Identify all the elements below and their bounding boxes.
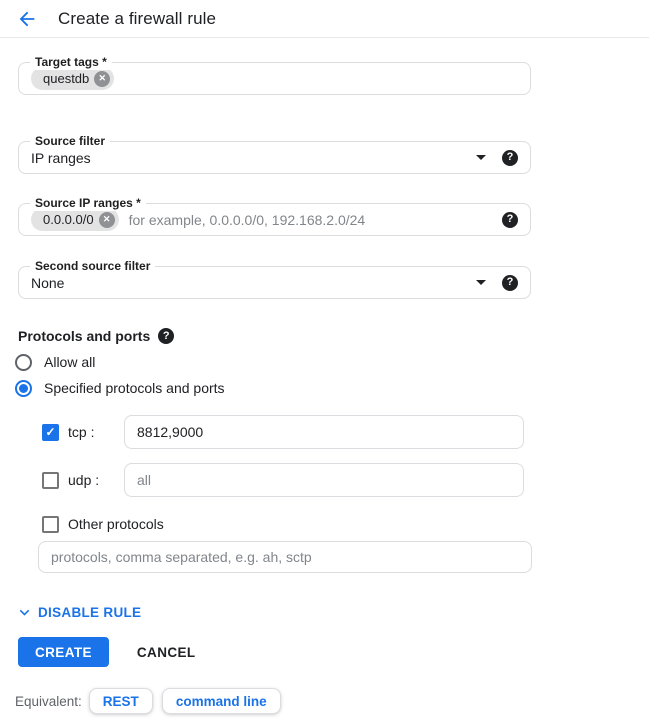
tcp-checkbox[interactable] (42, 424, 59, 441)
other-protocols-input[interactable] (38, 541, 532, 573)
tcp-ports-input[interactable] (124, 415, 524, 449)
create-button[interactable]: CREATE (18, 637, 109, 667)
back-arrow-icon[interactable] (14, 6, 40, 32)
source-filter-value: IP ranges (31, 150, 476, 166)
source-ip-ranges-label: Source IP ranges * (30, 196, 146, 211)
source-ip-chip: 0.0.0.0/0 (31, 208, 119, 231)
source-ip-ranges-field[interactable]: Source IP ranges * 0.0.0.0/0 for example… (18, 203, 531, 236)
protocols-radio-group: Allow all Specified protocols and ports (18, 353, 549, 397)
tcp-label[interactable]: tcp : (68, 424, 124, 440)
second-source-filter-select[interactable]: Second source filter None (18, 266, 531, 299)
target-tag-chip-label: questdb (43, 71, 89, 86)
equivalent-label: Equivalent: (15, 694, 82, 709)
rest-button[interactable]: REST (89, 688, 153, 714)
second-source-filter-value: None (31, 275, 476, 291)
equivalent-row: Equivalent: REST command line (15, 688, 549, 714)
radio-option-specified[interactable]: Specified protocols and ports (15, 379, 549, 397)
target-tag-chip: questdb (31, 67, 114, 90)
firewall-rule-form: Target tags * questdb Source filter IP r… (0, 62, 549, 714)
chip-remove-icon[interactable] (94, 71, 110, 87)
page-title: Create a firewall rule (58, 9, 216, 29)
udp-checkbox[interactable] (42, 472, 59, 489)
disable-rule-toggle[interactable]: DISABLE RULE (15, 603, 549, 621)
chip-remove-icon[interactable] (99, 212, 115, 228)
page-header: Create a firewall rule (0, 0, 649, 38)
source-filter-label: Source filter (30, 134, 110, 149)
other-protocols-label[interactable]: Other protocols (68, 516, 164, 532)
udp-row: udp : (42, 463, 549, 497)
udp-label[interactable]: udp : (68, 472, 124, 488)
form-actions: CREATE CANCEL (18, 637, 549, 667)
udp-ports-input[interactable] (124, 463, 524, 497)
cancel-button[interactable]: CANCEL (137, 645, 196, 660)
source-filter-select[interactable]: Source filter IP ranges (18, 141, 531, 174)
radio-selected-icon[interactable] (15, 380, 32, 397)
dropdown-arrow-icon[interactable] (476, 280, 486, 285)
help-icon[interactable] (502, 212, 518, 228)
help-icon[interactable] (502, 275, 518, 291)
chevron-down-icon (15, 603, 34, 622)
source-ip-placeholder: for example, 0.0.0.0/0, 192.168.2.0/24 (129, 212, 502, 228)
radio-option-allow-all[interactable]: Allow all (15, 353, 549, 371)
tcp-row: tcp : (42, 415, 549, 449)
second-source-filter-label: Second source filter (30, 259, 155, 274)
target-tags-field[interactable]: Target tags * questdb (18, 62, 531, 95)
dropdown-arrow-icon[interactable] (476, 155, 486, 160)
radio-unselected-icon[interactable] (15, 354, 32, 371)
help-icon[interactable] (502, 150, 518, 166)
help-icon[interactable] (158, 328, 174, 344)
disable-rule-label[interactable]: DISABLE RULE (38, 605, 141, 620)
protocols-and-ports-heading: Protocols and ports (18, 327, 549, 345)
protocols-and-ports-title: Protocols and ports (18, 328, 150, 344)
other-protocols-checkbox[interactable] (42, 516, 59, 533)
source-ip-chip-label: 0.0.0.0/0 (43, 212, 94, 227)
target-tags-label: Target tags * (30, 55, 112, 70)
command-line-button[interactable]: command line (162, 688, 281, 714)
other-protocols-row: Other protocols (42, 515, 549, 533)
